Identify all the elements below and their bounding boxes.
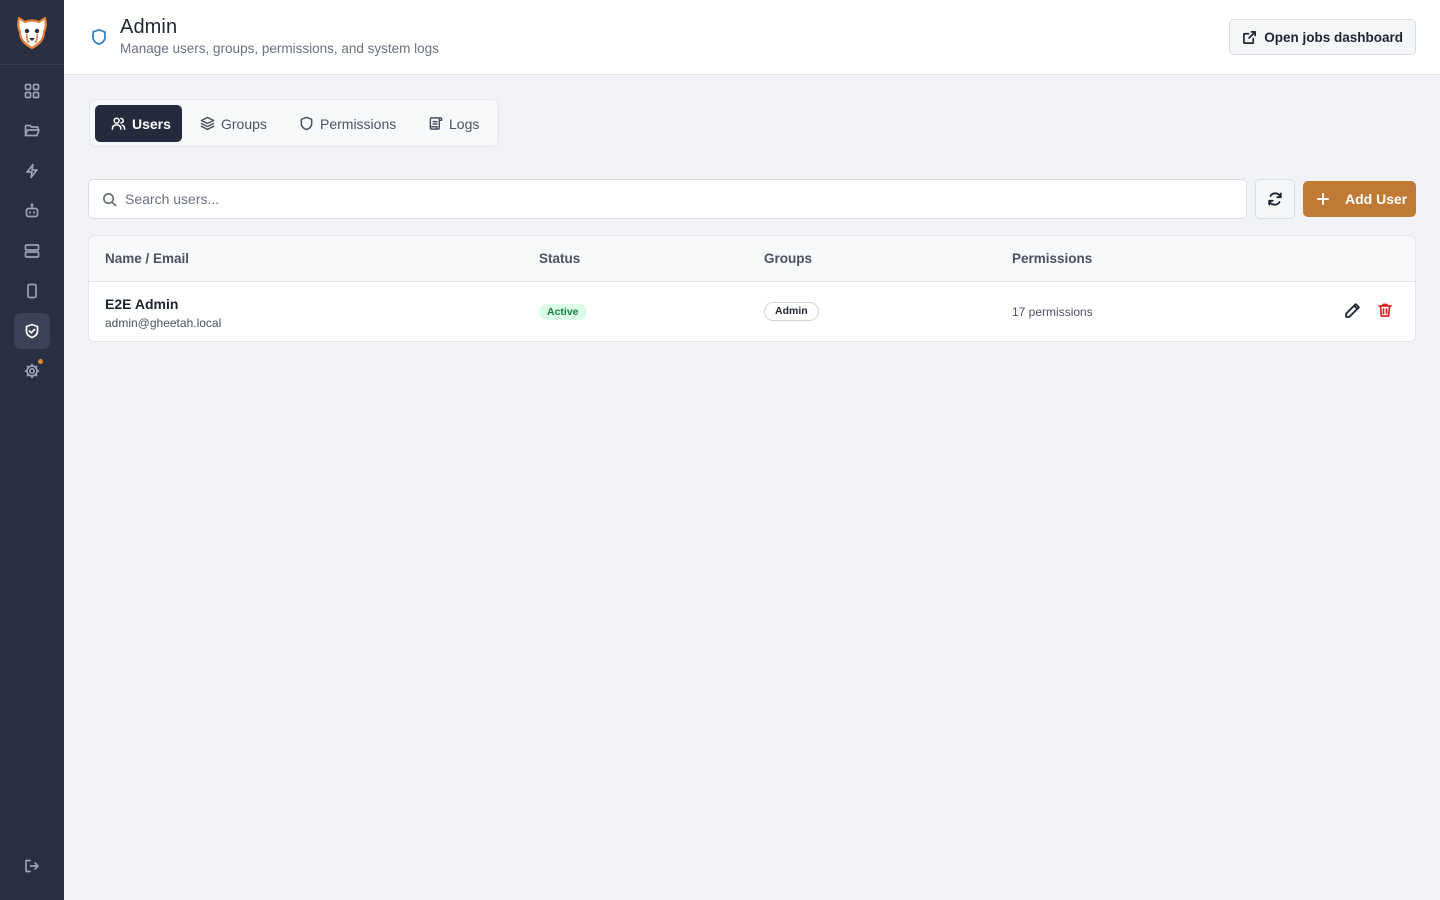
table-header: Name / Email Status Groups Permissions xyxy=(89,236,1415,282)
plus-icon xyxy=(1317,193,1329,205)
column-header-groups: Groups xyxy=(764,251,813,266)
add-user-button[interactable]: Add User xyxy=(1303,181,1416,217)
logout-icon xyxy=(25,859,39,873)
user-name: E2E Admin xyxy=(105,296,179,312)
pencil-icon xyxy=(1345,303,1360,318)
delete-user-button[interactable] xyxy=(1377,302,1395,320)
folder-icon xyxy=(24,124,40,137)
users-table: Name / Email Status Groups Permissions E… xyxy=(88,235,1416,342)
tab-groups[interactable]: Groups xyxy=(200,105,267,142)
search-field[interactable] xyxy=(88,179,1247,219)
layers-icon xyxy=(200,116,215,131)
open-jobs-dashboard-button[interactable]: Open jobs dashboard xyxy=(1229,19,1416,55)
cheetah-logo-icon[interactable] xyxy=(15,14,49,50)
column-header-name-email: Name / Email xyxy=(105,251,190,266)
sidebar-divider xyxy=(0,64,64,65)
tab-groups-label: Groups xyxy=(221,115,267,132)
search-icon xyxy=(103,193,117,207)
refresh-icon xyxy=(1268,192,1282,206)
group-badge: Admin xyxy=(764,302,819,321)
add-user-label: Add User xyxy=(1345,191,1408,207)
column-header-permissions: Permissions xyxy=(1012,251,1093,266)
sidebar-item-projects[interactable] xyxy=(14,113,50,149)
robot-icon xyxy=(25,203,39,218)
users-icon xyxy=(111,117,126,130)
dashboard-icon xyxy=(24,83,40,99)
sidebar-item-servers[interactable] xyxy=(14,233,50,269)
permissions-count: 17 permissions xyxy=(1012,305,1093,319)
refresh-button[interactable] xyxy=(1255,179,1295,219)
user-email: admin@gheetah.local xyxy=(105,316,222,330)
sidebar-item-jobs[interactable] xyxy=(14,153,50,189)
search-input[interactable] xyxy=(125,180,1225,218)
table-row[interactable]: E2E Admin admin@gheetah.local Active Adm… xyxy=(89,282,1415,341)
page-title: Admin xyxy=(120,16,178,38)
gear-icon xyxy=(24,363,40,379)
sidebar-item-dashboard[interactable] xyxy=(14,73,50,109)
admin-tabs: Users Groups Permissions Logs xyxy=(89,99,499,147)
notification-dot xyxy=(38,359,43,364)
trash-icon xyxy=(1378,303,1392,317)
column-header-status: Status xyxy=(539,251,581,266)
logout-button[interactable] xyxy=(14,848,50,884)
shield-icon xyxy=(90,28,108,46)
server-icon xyxy=(24,244,40,258)
page-header: Admin Manage users, groups, permissions,… xyxy=(64,0,1440,75)
lightning-icon xyxy=(26,163,38,179)
sidebar-item-admin[interactable] xyxy=(14,313,50,349)
open-jobs-dashboard-label: Open jobs dashboard xyxy=(1264,29,1403,45)
tab-users-label: Users xyxy=(132,115,171,132)
tab-permissions-label: Permissions xyxy=(320,115,397,132)
phone-icon xyxy=(27,283,37,299)
sidebar xyxy=(0,0,64,900)
sidebar-item-settings[interactable] xyxy=(14,353,50,389)
status-badge: Active xyxy=(539,304,587,320)
tab-logs-label: Logs xyxy=(449,115,480,132)
scroll-icon xyxy=(429,117,443,130)
tab-users[interactable]: Users xyxy=(95,105,182,142)
tab-permissions[interactable]: Permissions xyxy=(299,105,396,142)
shield-check-icon xyxy=(25,323,39,339)
sidebar-item-devices[interactable] xyxy=(14,273,50,309)
sidebar-item-agents[interactable] xyxy=(14,193,50,229)
edit-user-button[interactable] xyxy=(1344,302,1362,320)
page-subtitle: Manage users, groups, permissions, and s… xyxy=(120,41,439,56)
shield-icon xyxy=(300,116,313,131)
external-link-icon xyxy=(1243,30,1257,44)
tab-logs[interactable]: Logs xyxy=(428,105,479,142)
